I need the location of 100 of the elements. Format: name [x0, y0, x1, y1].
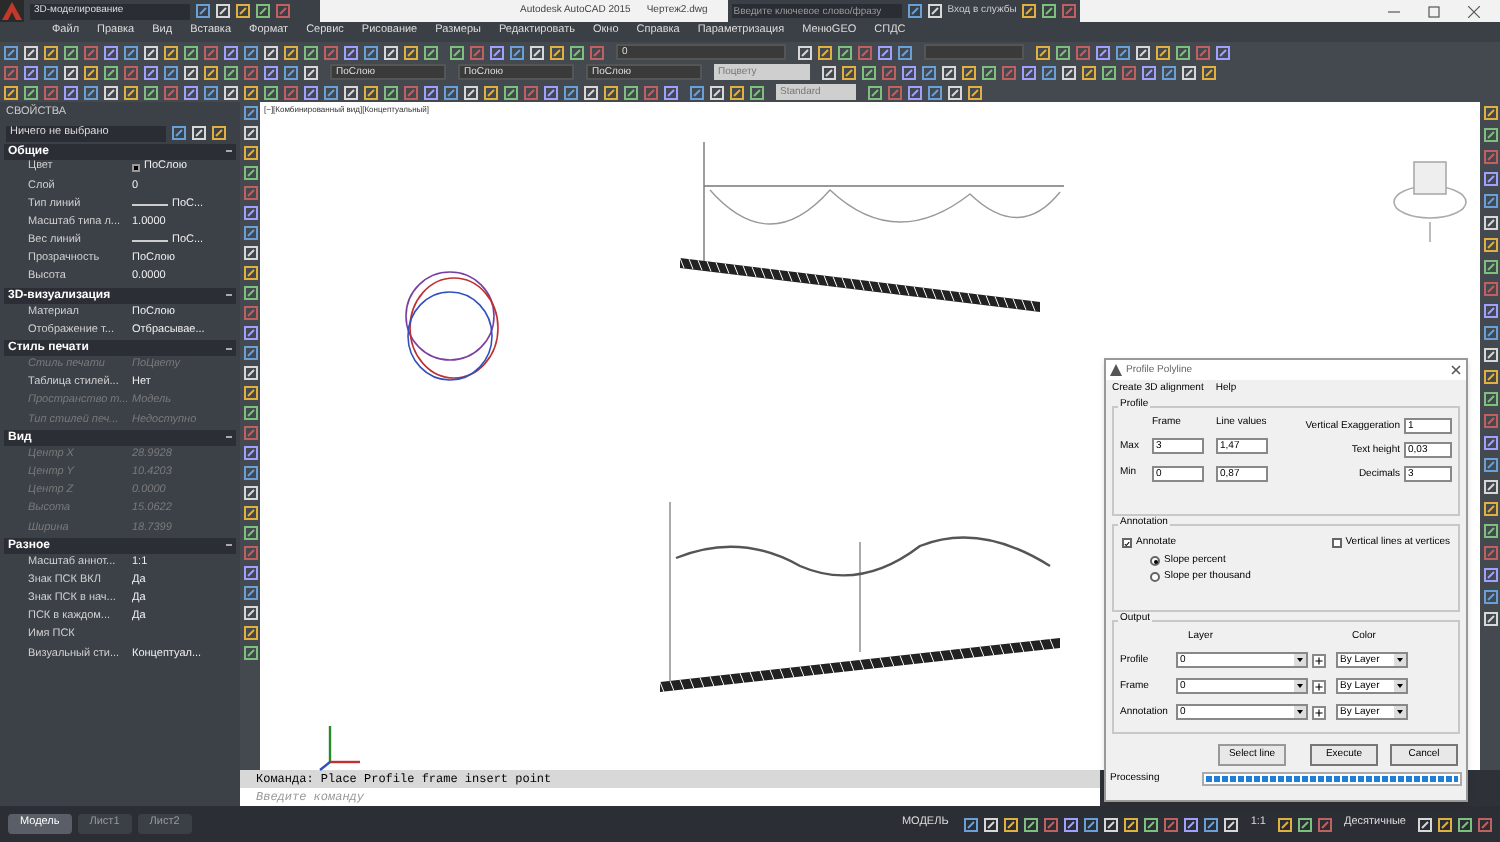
checkbox[interactable]: [1331, 538, 1342, 548]
tool-icon[interactable]: [344, 45, 358, 59]
tool-icon[interactable]: [243, 646, 257, 660]
tool-icon[interactable]: [490, 45, 504, 59]
tool-icon[interactable]: [424, 85, 438, 99]
tool-icon[interactable]: [1004, 817, 1019, 831]
maximize-icon[interactable]: [1428, 5, 1440, 17]
tool-icon[interactable]: [243, 286, 257, 300]
tool-icon[interactable]: [212, 126, 226, 140]
tool-icon[interactable]: [184, 45, 198, 59]
tool-icon[interactable]: [243, 626, 257, 640]
tool-icon[interactable]: [1277, 817, 1292, 831]
tool-icon[interactable]: [1297, 817, 1312, 831]
tool-icon[interactable]: [1024, 817, 1039, 831]
tool-icon[interactable]: [550, 45, 564, 59]
tool-icon[interactable]: [64, 45, 78, 59]
tool-icon[interactable]: [908, 85, 922, 99]
tool-icon[interactable]: [878, 45, 892, 59]
tool-icon[interactable]: [243, 446, 257, 460]
tool-icon[interactable]: [1184, 817, 1199, 831]
tool-icon[interactable]: [868, 85, 882, 99]
tool-icon[interactable]: [624, 85, 638, 99]
tool-icon[interactable]: [838, 45, 852, 59]
tool-icon[interactable]: [1102, 65, 1116, 79]
minimize-icon[interactable]: [1388, 5, 1400, 17]
tool-icon[interactable]: [243, 266, 257, 280]
tool-icon[interactable]: [1483, 370, 1497, 384]
tool-icon[interactable]: [424, 45, 438, 59]
tool-icon[interactable]: [842, 65, 856, 79]
tool-icon[interactable]: [1438, 817, 1452, 831]
tool-icon[interactable]: [570, 45, 584, 59]
add-icon[interactable]: [1312, 705, 1326, 719]
close-icon[interactable]: [1450, 364, 1462, 376]
add-icon[interactable]: [1312, 653, 1326, 667]
tool-icon[interactable]: [243, 146, 257, 160]
tool-icon[interactable]: [243, 526, 257, 540]
tool-icon[interactable]: [604, 85, 618, 99]
tool-icon[interactable]: [224, 45, 238, 59]
tool-icon[interactable]: [1483, 392, 1497, 406]
tool-icon[interactable]: [256, 4, 270, 18]
tool-icon[interactable]: [750, 85, 764, 99]
tool-icon[interactable]: [243, 406, 257, 420]
tool-icon[interactable]: [104, 45, 118, 59]
tool-icon[interactable]: [1483, 106, 1497, 120]
tool-icon[interactable]: [124, 85, 138, 99]
tool-icon[interactable]: [1042, 4, 1057, 18]
tool-icon[interactable]: [404, 45, 418, 59]
tool-icon[interactable]: [664, 85, 678, 99]
tool-icon[interactable]: [1483, 304, 1497, 318]
tool-icon[interactable]: [243, 326, 257, 340]
tool-icon[interactable]: [84, 65, 98, 79]
tool-icon[interactable]: [264, 85, 278, 99]
tool-icon[interactable]: [504, 85, 518, 99]
tool-icon[interactable]: [184, 85, 198, 99]
tool-icon[interactable]: [144, 85, 158, 99]
tool-icon[interactable]: [364, 85, 378, 99]
tool-icon[interactable]: [243, 386, 257, 400]
tool-icon[interactable]: [1156, 45, 1170, 59]
tool-icon[interactable]: [968, 85, 982, 99]
tool-icon[interactable]: [1483, 238, 1497, 252]
tool-icon[interactable]: [1176, 45, 1190, 59]
add-icon[interactable]: [1312, 679, 1326, 693]
tool-icon[interactable]: [1202, 65, 1216, 79]
tool-icon[interactable]: [450, 45, 464, 59]
tool-icon[interactable]: [264, 65, 278, 79]
tool-icon[interactable]: [1082, 65, 1096, 79]
tool-icon[interactable]: [384, 85, 398, 99]
tool-icon[interactable]: [243, 206, 257, 220]
tool-icon[interactable]: [4, 85, 18, 99]
tool-icon[interactable]: [544, 85, 558, 99]
tool-icon[interactable]: [1064, 817, 1079, 831]
tool-icon[interactable]: [730, 85, 744, 99]
tool-icon[interactable]: [1483, 260, 1497, 274]
tool-icon[interactable]: [244, 85, 258, 99]
logo-icon[interactable]: [0, 0, 24, 22]
tool-icon[interactable]: [1483, 172, 1497, 186]
tool-icon[interactable]: [1483, 568, 1497, 582]
tool-icon[interactable]: [1483, 436, 1497, 450]
checkbox[interactable]: [1122, 538, 1132, 548]
tool-icon[interactable]: [64, 85, 78, 99]
tool-icon[interactable]: [1458, 817, 1472, 831]
tool-icon[interactable]: [1144, 817, 1159, 831]
tool-icon[interactable]: [104, 65, 118, 79]
tool-icon[interactable]: [1483, 128, 1497, 142]
tool-icon[interactable]: [144, 65, 158, 79]
tool-icon[interactable]: [1483, 502, 1497, 516]
tool-icon[interactable]: [24, 85, 38, 99]
tool-icon[interactable]: [902, 65, 916, 79]
tool-icon[interactable]: [1084, 817, 1099, 831]
tool-icon[interactable]: [1216, 45, 1230, 59]
tool-icon[interactable]: [964, 817, 979, 831]
tool-icon[interactable]: [1056, 45, 1070, 59]
tool-icon[interactable]: [1022, 65, 1036, 79]
tool-icon[interactable]: [284, 45, 298, 59]
tool-icon[interactable]: [1036, 45, 1050, 59]
tool-icon[interactable]: [962, 65, 976, 79]
tool-icon[interactable]: [304, 45, 318, 59]
close-icon[interactable]: [1468, 5, 1480, 17]
tool-icon[interactable]: [24, 65, 38, 79]
tool-icon[interactable]: [243, 506, 257, 520]
